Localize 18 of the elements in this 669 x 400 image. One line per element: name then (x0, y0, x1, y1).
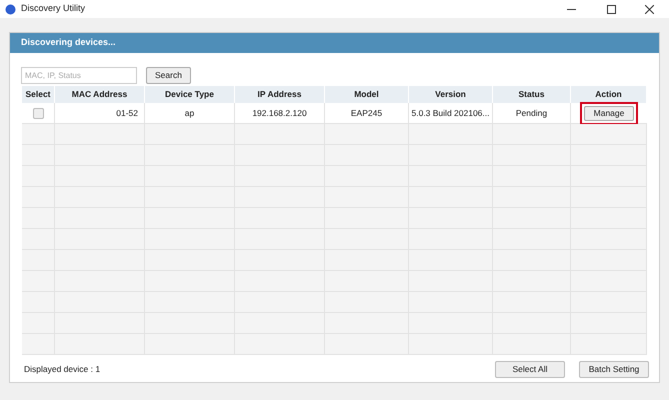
maximize-icon[interactable] (607, 4, 616, 14)
table-cell: 01-52 (55, 103, 145, 123)
table-cell: 5.0.3 Build 202106... (409, 103, 493, 123)
panel-title: Discovering devices... (21, 36, 116, 50)
table-cell: ap (145, 103, 235, 123)
table-cell: Pending (493, 103, 571, 123)
device-count: Displayed device : 1 (24, 363, 102, 376)
app-icon (5, 4, 16, 14)
select-all-button[interactable]: Select All (495, 361, 565, 378)
manage-button[interactable]: Manage (584, 106, 634, 120)
row-checkbox[interactable] (32, 108, 44, 118)
table-cell: EAP245 (325, 103, 409, 123)
search-field[interactable]: MAC, IP, Status (21, 67, 137, 84)
table-cell: 192.168.2.120 (235, 103, 325, 123)
search-button[interactable]: Search (146, 67, 191, 84)
batch-setting-button[interactable]: Batch Setting (579, 361, 649, 378)
window-title: Discovery Utility (21, 2, 86, 16)
close-icon[interactable] (645, 4, 654, 14)
